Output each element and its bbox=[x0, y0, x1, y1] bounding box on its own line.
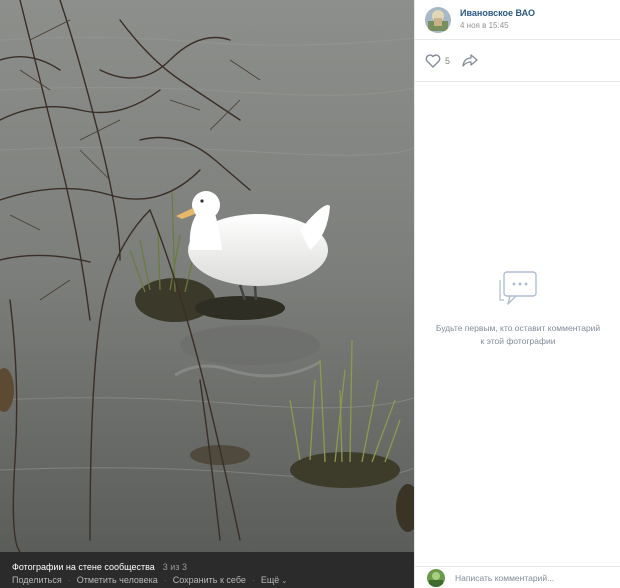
share-photo-button[interactable]: Поделиться bbox=[12, 575, 62, 586]
photo-counter: 3 из 3 bbox=[162, 562, 187, 572]
album-label[interactable]: Фотографии на стене сообщества bbox=[12, 562, 155, 573]
user-avatar bbox=[427, 568, 445, 587]
share-button[interactable] bbox=[462, 54, 478, 67]
like-count: 5 bbox=[445, 55, 451, 66]
empty-comments: Будьте первым, кто оставит комментарий к… bbox=[415, 270, 620, 348]
author-header: Ивановское ВАО 4 ноя в 15:45 bbox=[415, 0, 620, 40]
tag-person-button[interactable]: Отметить человека bbox=[77, 575, 158, 586]
empty-comments-text: Будьте первым, кто оставит комментарий к… bbox=[435, 323, 601, 346]
reaction-bar: 5 bbox=[415, 40, 620, 82]
comments-icon bbox=[499, 271, 537, 305]
photo-pane: Фотографии на стене сообщества 3 из 3 По… bbox=[0, 0, 414, 588]
post-date[interactable]: 4 ноя в 15:45 bbox=[460, 20, 535, 32]
comment-composer bbox=[415, 566, 620, 588]
like-button[interactable]: 5 bbox=[425, 53, 451, 68]
author-name[interactable]: Ивановское ВАО bbox=[460, 7, 535, 19]
info-pane: Ивановское ВАО 4 ноя в 15:45 5 Будьте пе… bbox=[414, 0, 620, 588]
more-label: Ещё bbox=[260, 575, 280, 585]
comment-input[interactable] bbox=[455, 572, 605, 583]
share-icon bbox=[462, 54, 478, 67]
author-text: Ивановское ВАО 4 ноя в 15:45 bbox=[460, 7, 535, 32]
separator: · bbox=[251, 575, 255, 585]
separator: · bbox=[67, 575, 71, 585]
save-photo-button[interactable]: Сохранить к себе bbox=[173, 575, 246, 586]
photo-info-bar: Фотографии на стене сообщества 3 из 3 По… bbox=[0, 552, 414, 588]
author-avatar[interactable] bbox=[425, 6, 451, 33]
separator: · bbox=[163, 575, 167, 585]
chevron-down-icon: ⌄ bbox=[281, 578, 288, 585]
more-button[interactable]: Ещё ⌄ bbox=[261, 575, 287, 587]
photo-viewer: Фотографии на стене сообщества 3 из 3 По… bbox=[0, 0, 620, 588]
photo-image[interactable] bbox=[0, 0, 414, 552]
heart-icon bbox=[425, 53, 441, 68]
